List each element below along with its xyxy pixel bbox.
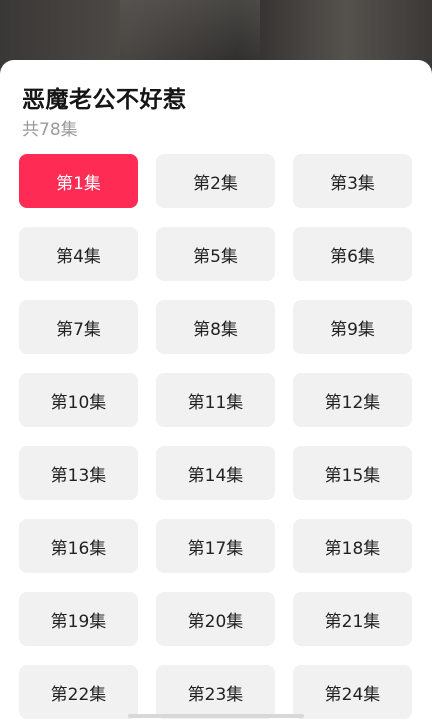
episode-button-7[interactable]: 第7集 [19, 300, 138, 354]
episode-button-2[interactable]: 第2集 [156, 154, 275, 208]
episode-count: 共78集 [22, 120, 78, 140]
episode-button-12[interactable]: 第12集 [293, 373, 412, 427]
episode-button-9[interactable]: 第9集 [293, 300, 412, 354]
episode-button-23[interactable]: 第23集 [156, 665, 275, 719]
episode-button-19[interactable]: 第19集 [19, 592, 138, 646]
episode-button-10[interactable]: 第10集 [19, 373, 138, 427]
episode-button-24[interactable]: 第24集 [293, 665, 412, 719]
episode-button-21[interactable]: 第21集 [293, 592, 412, 646]
home-indicator[interactable] [128, 714, 304, 718]
episode-button-20[interactable]: 第20集 [156, 592, 275, 646]
episode-button-22[interactable]: 第22集 [19, 665, 138, 719]
episode-button-3[interactable]: 第3集 [293, 154, 412, 208]
episode-grid: 第1集 第2集 第3集 第4集 第5集 第6集 第7集 第8集 第9集 第10集… [19, 154, 413, 719]
episode-button-6[interactable]: 第6集 [293, 227, 412, 281]
episode-button-1[interactable]: 第1集 [19, 154, 138, 208]
episode-button-11[interactable]: 第11集 [156, 373, 275, 427]
episode-button-5[interactable]: 第5集 [156, 227, 275, 281]
drama-title: 恶魔老公不好惹 [22, 87, 187, 113]
episode-button-18[interactable]: 第18集 [293, 519, 412, 573]
episode-button-17[interactable]: 第17集 [156, 519, 275, 573]
episode-button-15[interactable]: 第15集 [293, 446, 412, 500]
episode-button-13[interactable]: 第13集 [19, 446, 138, 500]
episode-selector-sheet: 恶魔老公不好惹 共78集 第1集 第2集 第3集 第4集 第5集 第6集 第7集… [0, 60, 432, 720]
episode-button-4[interactable]: 第4集 [19, 227, 138, 281]
episode-button-14[interactable]: 第14集 [156, 446, 275, 500]
episode-button-8[interactable]: 第8集 [156, 300, 275, 354]
episode-button-16[interactable]: 第16集 [19, 519, 138, 573]
